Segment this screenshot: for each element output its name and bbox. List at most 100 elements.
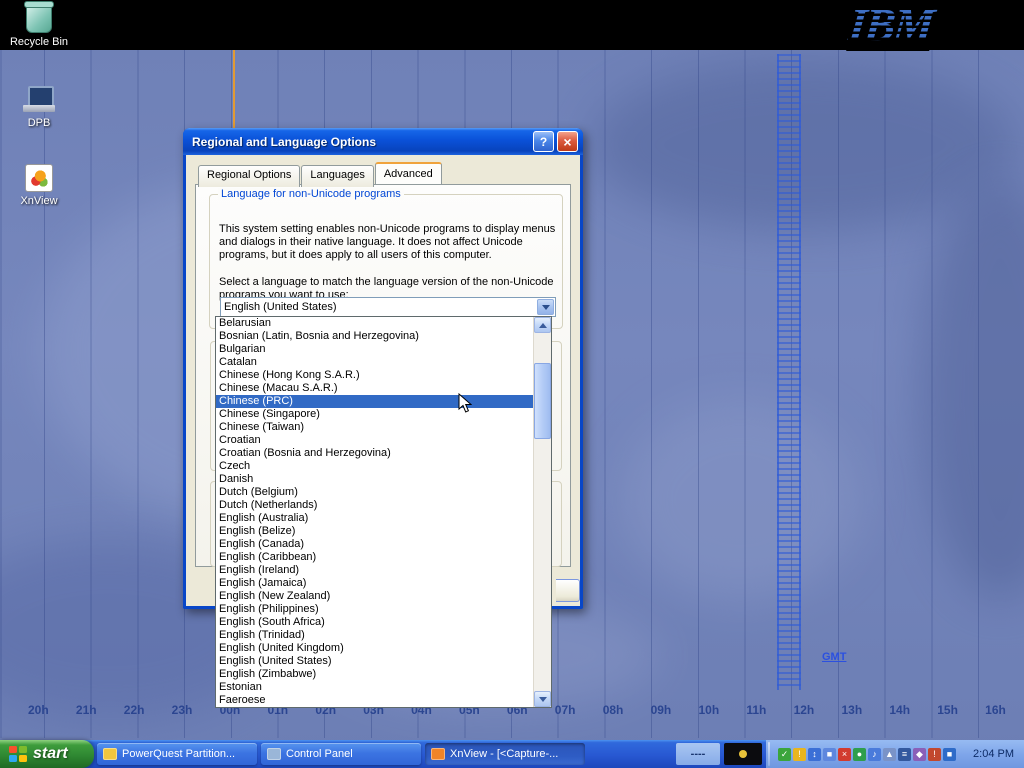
language-option[interactable]: Belarusian bbox=[216, 317, 534, 330]
help-button[interactable]: ? bbox=[533, 131, 554, 152]
hour-label: 13h bbox=[841, 703, 862, 717]
recycle-bin-icon bbox=[26, 4, 52, 33]
language-option[interactable]: Danish bbox=[216, 473, 534, 486]
desktop-icon-dpb[interactable]: DPB bbox=[4, 86, 74, 129]
hour-label: 08h bbox=[603, 703, 624, 717]
taskbar-button-control-panel[interactable]: Control Panel bbox=[261, 743, 421, 765]
taskbar-button-xnview[interactable]: XnView - [<Capture-... bbox=[425, 743, 585, 765]
language-option[interactable]: Bulgarian bbox=[216, 343, 534, 356]
clipboard-icon[interactable]: ■ bbox=[943, 748, 956, 761]
start-label: start bbox=[33, 745, 68, 763]
volume-icon[interactable]: ♪ bbox=[868, 748, 881, 761]
clock: 2:04 PM bbox=[973, 748, 1014, 760]
mouse-cursor bbox=[458, 393, 472, 419]
apply-button-fragment[interactable] bbox=[556, 579, 580, 602]
timezone-highlight-band bbox=[777, 54, 801, 690]
desktop-icon-xnview[interactable]: XnView bbox=[4, 164, 74, 207]
dialog-tab[interactable]: Regional Options bbox=[198, 165, 300, 187]
hour-label: 11h bbox=[746, 703, 766, 717]
alert-icon[interactable]: ! bbox=[928, 748, 941, 761]
dropdown-scrollbar[interactable] bbox=[533, 317, 551, 707]
language-combobox[interactable]: English (United States) bbox=[220, 297, 556, 317]
scheduler-icon[interactable]: ▲ bbox=[883, 748, 896, 761]
antivirus-icon[interactable]: × bbox=[838, 748, 851, 761]
windows-flag-icon bbox=[8, 744, 28, 764]
hour-label: 23h bbox=[172, 703, 193, 717]
description-paragraph: This system setting enables non-Unicode … bbox=[219, 223, 564, 262]
groupbox-title: Language for non-Unicode programs bbox=[218, 188, 404, 200]
hour-label: 20h bbox=[28, 703, 49, 717]
language-option[interactable]: English (Caribbean) bbox=[216, 551, 534, 564]
firewall-icon[interactable]: ≡ bbox=[898, 748, 911, 761]
desktop-icon-label: XnView bbox=[4, 195, 74, 207]
hour-label: 09h bbox=[651, 703, 672, 717]
desktop-icon-recycle-bin[interactable]: Recycle Bin bbox=[4, 4, 74, 48]
scroll-up-button[interactable] bbox=[534, 317, 551, 333]
hour-label: 16h bbox=[985, 703, 1006, 717]
hour-label: 14h bbox=[889, 703, 910, 717]
dialog-tab[interactable]: Languages bbox=[301, 165, 373, 187]
safely-remove-icon[interactable]: ✓ bbox=[778, 748, 791, 761]
update-shield-icon[interactable]: ! bbox=[793, 748, 806, 761]
close-button[interactable]: × bbox=[557, 131, 578, 152]
language-option[interactable]: Chinese (Macau S.A.R.) bbox=[216, 382, 534, 395]
language-option[interactable]: English (South Africa) bbox=[216, 616, 534, 629]
language-option[interactable]: English (United Kingdom) bbox=[216, 642, 534, 655]
gmt-label: GMT bbox=[822, 651, 846, 663]
language-option[interactable]: English (Jamaica) bbox=[216, 577, 534, 590]
language-option[interactable]: English (Ireland) bbox=[216, 564, 534, 577]
language-option[interactable]: Chinese (Hong Kong S.A.R.) bbox=[216, 369, 534, 382]
language-option[interactable]: English (United States) bbox=[216, 655, 534, 668]
xnview-icon bbox=[25, 164, 53, 192]
language-option[interactable]: English (Belize) bbox=[216, 525, 534, 538]
messenger-icon[interactable]: ● bbox=[853, 748, 866, 761]
language-option[interactable]: Dutch (Belgium) bbox=[216, 486, 534, 499]
taskbar-button-icon bbox=[267, 748, 281, 760]
language-option[interactable]: English (Zimbabwe) bbox=[216, 668, 534, 681]
network-activity-icon[interactable]: ↕ bbox=[808, 748, 821, 761]
taskbar-button-powerquest[interactable]: PowerQuest Partition... bbox=[97, 743, 257, 765]
graphics-icon[interactable]: ◆ bbox=[913, 748, 926, 761]
language-option[interactable]: Faeroese bbox=[216, 694, 534, 707]
language-option[interactable]: Chinese (Singapore) bbox=[216, 408, 534, 421]
language-option[interactable]: English (Australia) bbox=[216, 512, 534, 525]
language-option[interactable]: English (New Zealand) bbox=[216, 590, 534, 603]
language-option[interactable]: Catalan bbox=[216, 356, 534, 369]
hour-label: 10h bbox=[698, 703, 719, 717]
language-option[interactable]: Estonian bbox=[216, 681, 534, 694]
language-option[interactable]: English (Trinidad) bbox=[216, 629, 534, 642]
combobox-dropdown-button[interactable] bbox=[537, 299, 554, 315]
taskbar-button-icon bbox=[431, 748, 445, 760]
language-option[interactable]: Czech bbox=[216, 460, 534, 473]
hour-label: 07h bbox=[555, 703, 576, 717]
dialog-titlebar[interactable]: Regional and Language Options ? × bbox=[183, 128, 583, 155]
language-option[interactable]: Bosnian (Latin, Bosnia and Herzegovina) bbox=[216, 330, 534, 343]
laptop-icon bbox=[23, 86, 55, 114]
language-options: BelarusianBosnian (Latin, Bosnia and Her… bbox=[216, 317, 534, 707]
language-option[interactable]: English (Canada) bbox=[216, 538, 534, 551]
language-dropdown-list: BelarusianBosnian (Latin, Bosnia and Her… bbox=[215, 316, 552, 708]
language-option[interactable]: Dutch (Netherlands) bbox=[216, 499, 534, 512]
dialog-tabs: Regional OptionsLanguagesAdvanced bbox=[198, 164, 443, 186]
hour-label: 15h bbox=[937, 703, 958, 717]
deskband[interactable]: ---- bbox=[676, 743, 720, 765]
chevron-down-icon bbox=[542, 305, 550, 310]
language-option[interactable]: English (Philippines) bbox=[216, 603, 534, 616]
language-option[interactable]: Croatian bbox=[216, 434, 534, 447]
language-option[interactable]: Chinese (Taiwan) bbox=[216, 421, 534, 434]
dialog-tab[interactable]: Advanced bbox=[375, 162, 442, 184]
screen: GMT 20h21h22h23h00h01h02h03h04h05h06h07h… bbox=[0, 0, 1024, 768]
scroll-down-button[interactable] bbox=[534, 691, 551, 707]
hour-label: 21h bbox=[76, 703, 97, 717]
dialog-title: Regional and Language Options bbox=[192, 135, 530, 149]
scrollbar-thumb[interactable] bbox=[534, 363, 551, 439]
taskbar: start PowerQuest Partition... Control Pa… bbox=[0, 740, 1024, 768]
hour-label: 12h bbox=[794, 703, 815, 717]
display-settings-icon[interactable]: ■ bbox=[823, 748, 836, 761]
combobox-value: English (United States) bbox=[224, 301, 337, 313]
desktop-icon-label: Recycle Bin bbox=[4, 36, 74, 48]
start-button[interactable]: start bbox=[0, 740, 94, 768]
deskband-icon[interactable] bbox=[724, 743, 762, 765]
language-option[interactable]: Chinese (PRC) bbox=[216, 395, 534, 408]
language-option[interactable]: Croatian (Bosnia and Herzegovina) bbox=[216, 447, 534, 460]
